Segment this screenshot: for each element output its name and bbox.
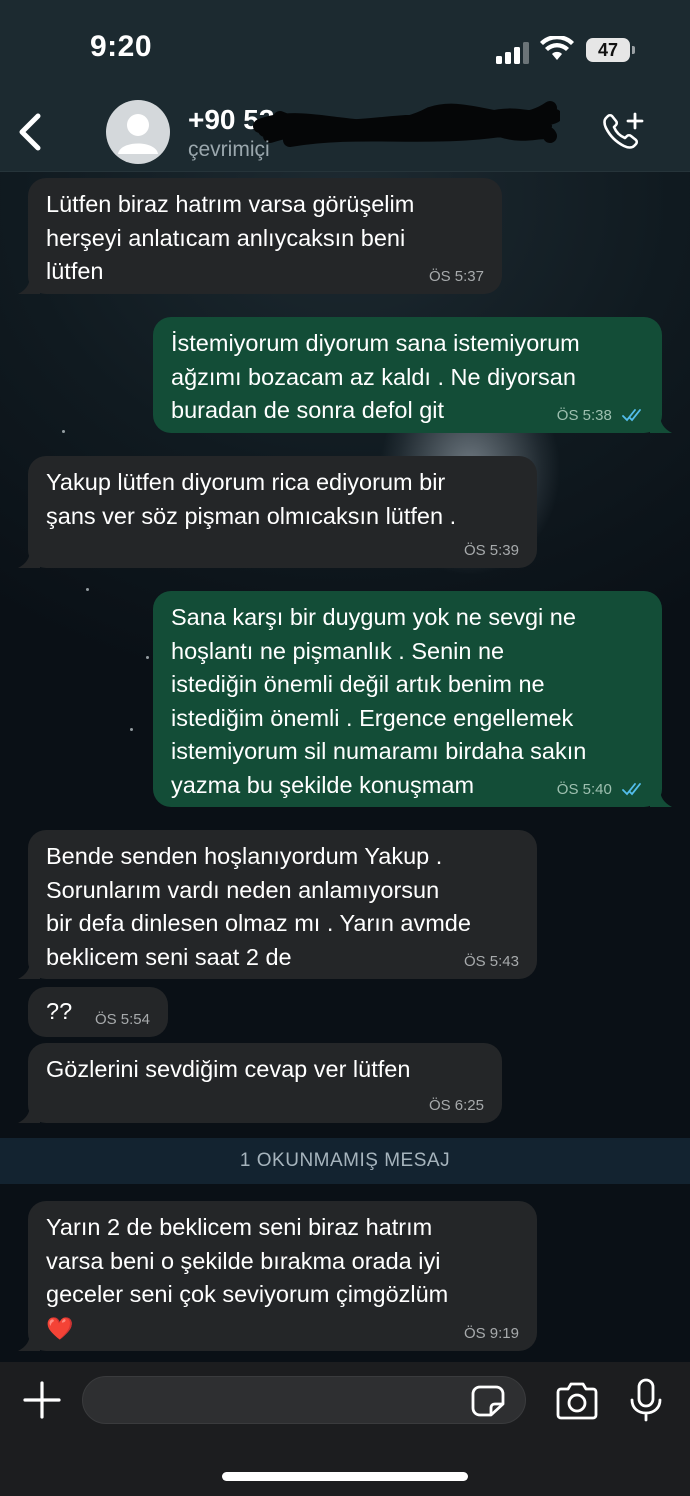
- sticker-icon[interactable]: [470, 1384, 506, 1418]
- back-chevron-icon[interactable]: [14, 110, 44, 154]
- message-meta: ÖS 5:40: [557, 781, 644, 799]
- contact-avatar[interactable]: [106, 100, 170, 164]
- wallpaper-star: [130, 728, 133, 731]
- message-line: Yakup lütfen diyorum rica ediyorum bir: [46, 469, 446, 495]
- microphone-icon[interactable]: [628, 1378, 664, 1422]
- wifi-icon: [540, 36, 574, 60]
- read-receipt-icon: [622, 409, 641, 422]
- read-receipt-icon: [622, 783, 641, 796]
- message-line: istediğim önemli . Ergence engellemek: [171, 704, 574, 731]
- message-time: ÖS 6:25: [428, 1097, 484, 1114]
- cellular-signal-icon: [496, 40, 530, 64]
- message-line: lütfen: [46, 258, 104, 284]
- message-time: ÖS 5:54: [94, 1011, 150, 1028]
- message-line: beklicem seni saat 2 de: [46, 943, 292, 970]
- outgoing-message[interactable]: İstemiyorum diyorum sana istemiyorum ağz…: [153, 317, 672, 433]
- battery-indicator: 47: [586, 38, 635, 62]
- message-time: ÖS 5:43: [463, 953, 519, 970]
- message-time: ÖS 5:37: [428, 268, 484, 285]
- incoming-message[interactable]: Bende senden hoşlanıyordum Yakup . Sorun…: [18, 830, 537, 979]
- redaction-scribble: [253, 101, 560, 147]
- message-line: şans ver söz pişman olmıcaksın lütfen .: [46, 502, 457, 529]
- incoming-message[interactable]: ?? ÖS 5:54: [28, 987, 168, 1037]
- chat-header: 9:20 47 +90 53 çevrimiçi: [0, 0, 690, 172]
- message-line: varsa beni o şekilde bırakma orada iyi: [46, 1247, 441, 1274]
- message-line: Gözlerini sevdiğim cevap ver lütfen: [46, 1056, 411, 1082]
- message-line: herşeyi anlatıcam anlıycaksın beni: [46, 224, 406, 251]
- default-avatar-icon: [118, 114, 158, 154]
- message-line: istemiyorum sil numaramı birdaha sakın: [171, 738, 587, 764]
- incoming-message[interactable]: Yarın 2 de beklicem seni biraz hatrım va…: [18, 1201, 537, 1351]
- outgoing-message[interactable]: Sana karşı bir duygum yok ne sevgi ne ho…: [153, 591, 672, 807]
- incoming-message[interactable]: Gözlerini sevdiğim cevap ver lütfen ÖS 6…: [18, 1043, 502, 1123]
- message-time: ÖS 9:19: [463, 1325, 519, 1342]
- message-line: ağzımı bozacam az kaldı . Ne diyorsan: [171, 363, 576, 390]
- heart-emoji: ❤️: [46, 1315, 74, 1341]
- wallpaper-star: [146, 656, 149, 659]
- message-line: Sana karşı bir duygum yok ne sevgi ne: [171, 604, 576, 630]
- message-line: İstemiyorum diyorum sana istemiyorum: [171, 330, 580, 356]
- message-line: Yarın 2 de beklicem seni biraz hatrım: [46, 1214, 433, 1240]
- message-time: ÖS 5:40: [556, 781, 612, 798]
- message-line: Lütfen biraz hatrım varsa görüşelim: [46, 191, 415, 217]
- message-time: ÖS 5:38: [556, 407, 612, 424]
- plus-icon[interactable]: [22, 1380, 62, 1420]
- message-line: Sorunlarım vardı neden anlamıyorsun: [46, 876, 440, 903]
- message-line: bir defa dinlesen olmaz mı . Yarın avmde: [46, 910, 471, 936]
- wallpaper-star: [86, 588, 89, 591]
- message-time: ÖS 5:39: [463, 542, 519, 559]
- message-line: Bende senden hoşlanıyordum Yakup .: [46, 843, 443, 869]
- message-meta: ÖS 5:38: [557, 407, 644, 425]
- incoming-message[interactable]: Lütfen biraz hatrım varsa görüşelim herş…: [18, 178, 502, 294]
- wallpaper-star: [62, 430, 65, 433]
- add-call-icon[interactable]: [598, 110, 646, 154]
- message-input[interactable]: [82, 1376, 526, 1424]
- message-line: hoşlantı ne pişmanlık . Senin ne: [171, 637, 505, 664]
- status-time: 9:20: [90, 30, 153, 63]
- message-line: istediğin önemli değil artık benim ne: [171, 671, 545, 697]
- camera-icon[interactable]: [554, 1382, 600, 1420]
- home-indicator[interactable]: [222, 1472, 468, 1481]
- incoming-message[interactable]: Yakup lütfen diyorum rica ediyorum bir ş…: [18, 456, 537, 568]
- unread-messages-divider: 1 OKUNMAMIŞ MESAJ: [0, 1138, 690, 1184]
- contact-online-status: çevrimiçi: [188, 138, 270, 161]
- message-line: geceler seni çok seviyorum çimgözlüm: [46, 1281, 449, 1307]
